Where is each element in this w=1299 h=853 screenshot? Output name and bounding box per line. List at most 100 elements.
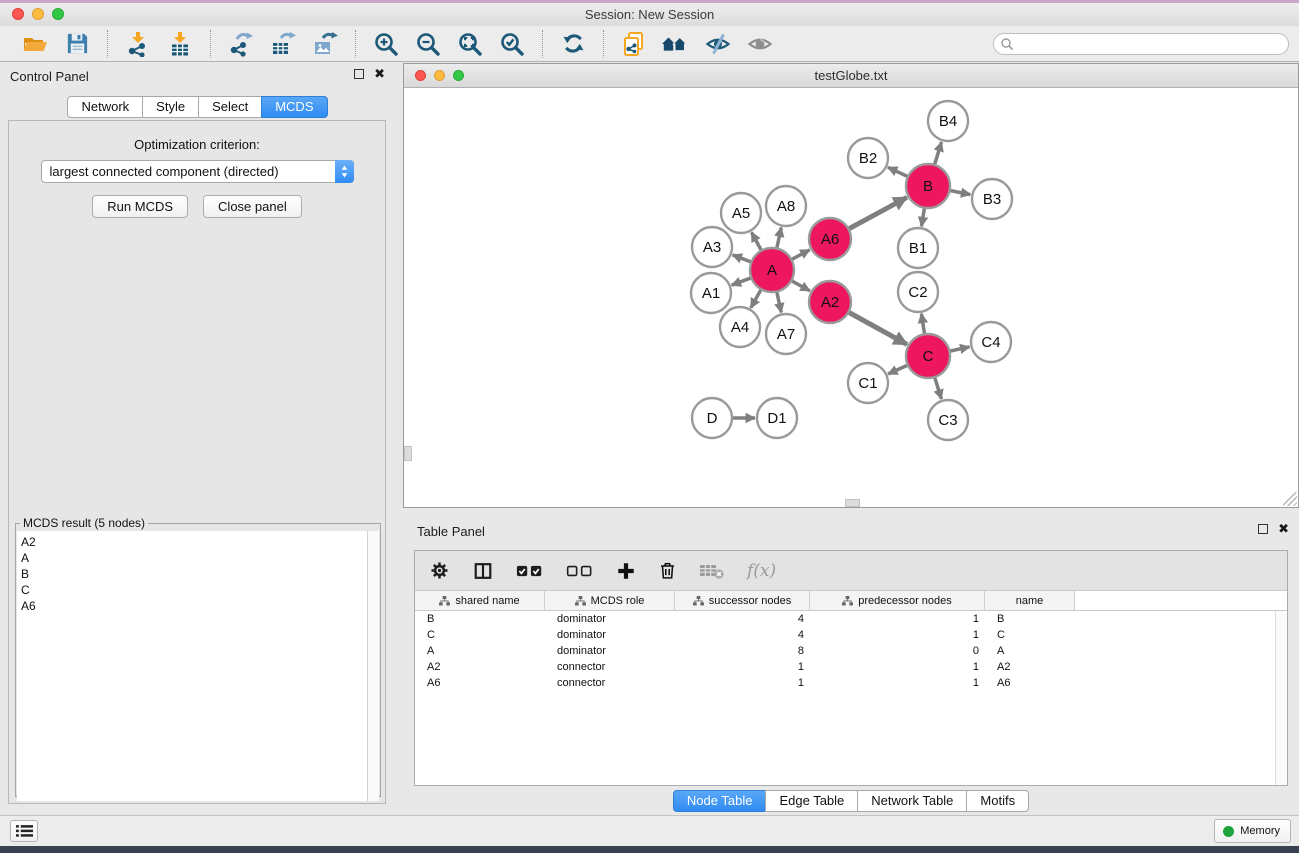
column-header-successor-nodes[interactable]: successor nodes <box>675 591 810 610</box>
graph-node-C4[interactable]: C4 <box>971 322 1011 362</box>
graph-node-A5[interactable]: A5 <box>721 193 761 233</box>
select-all-rows-button[interactable] <box>516 563 544 579</box>
float-table-panel-icon[interactable] <box>1258 524 1268 534</box>
column-header-shared-name[interactable]: shared name <box>415 591 545 610</box>
graph-node-B[interactable]: B <box>906 164 950 208</box>
column-header-name[interactable]: name <box>985 591 1075 610</box>
mcds-result-item[interactable]: A <box>21 550 368 566</box>
close-panel-button[interactable]: Close panel <box>203 195 302 218</box>
table-row[interactable]: Bdominator41B <box>415 611 1287 627</box>
graph-node-A4[interactable]: A4 <box>720 307 760 347</box>
tab-style[interactable]: Style <box>142 96 199 118</box>
graph-node-D[interactable]: D <box>692 398 732 438</box>
float-panel-icon[interactable] <box>354 69 364 79</box>
export-table-button[interactable] <box>268 29 298 59</box>
graph-node-B3[interactable]: B3 <box>972 179 1012 219</box>
minimize-network-window-button[interactable] <box>434 70 445 81</box>
tab-network[interactable]: Network <box>67 96 143 118</box>
show-panel-button[interactable] <box>745 29 775 59</box>
table-panel-title: Table Panel <box>417 524 485 539</box>
graph-node-A2[interactable]: A2 <box>809 281 851 323</box>
zoom-in-button[interactable] <box>371 29 401 59</box>
deselect-all-rows-button[interactable] <box>566 563 594 579</box>
graph-node-A1[interactable]: A1 <box>691 273 731 313</box>
import-table-button[interactable] <box>165 29 195 59</box>
close-panel-icon[interactable]: ✖ <box>374 69 385 79</box>
canvas-horizontal-scroll-thumb[interactable] <box>845 499 860 507</box>
tab-motifs[interactable]: Motifs <box>966 790 1029 812</box>
mcds-result-item[interactable]: C <box>21 582 368 598</box>
table-row[interactable]: Adominator80A <box>415 643 1287 659</box>
window-resize-grip[interactable] <box>1283 492 1297 506</box>
close-network-window-button[interactable] <box>415 70 426 81</box>
memory-button[interactable]: Memory <box>1214 819 1291 843</box>
table-cell: B <box>415 611 545 627</box>
show-all-networks-button[interactable] <box>661 29 691 59</box>
column-header-MCDS-role[interactable]: MCDS role <box>545 591 675 610</box>
show-column-button[interactable] <box>472 561 494 581</box>
import-network-icon <box>125 31 151 57</box>
application-window: Session: New Session <box>0 0 1299 853</box>
clone-network-button[interactable] <box>619 29 649 59</box>
minimize-window-button[interactable] <box>32 8 44 20</box>
table-row[interactable]: Cdominator41C <box>415 627 1287 643</box>
tab-node-table[interactable]: Node Table <box>673 790 767 812</box>
create-column-button[interactable] <box>616 561 636 581</box>
mcds-result-item[interactable]: A6 <box>21 598 368 614</box>
graph-node-C2[interactable]: C2 <box>898 272 938 312</box>
network-canvas[interactable]: B4 B2 B B3 A5 A8 A6 A3 B1 A A1 C2 A2 A4A7 C4 C C1 C3 D D1 <box>404 88 1298 507</box>
close-table-panel-icon[interactable]: ✖ <box>1278 524 1289 534</box>
node-label: D1 <box>767 410 786 427</box>
criterion-dropdown[interactable]: largest connected component (directed) <box>41 160 354 183</box>
window-titlebar[interactable]: Session: New Session <box>0 3 1299 26</box>
graph-node-B4[interactable]: B4 <box>928 101 968 141</box>
table-row[interactable]: A6connector11A6 <box>415 675 1287 691</box>
table-row[interactable]: A2connector11A2 <box>415 659 1287 675</box>
graph-node-C1[interactable]: C1 <box>848 363 888 403</box>
graph-node-A[interactable]: A <box>750 248 794 292</box>
graph-node-C[interactable]: C <box>906 334 950 378</box>
zoom-out-button[interactable] <box>413 29 443 59</box>
canvas-vertical-scroll-thumb[interactable] <box>404 446 412 461</box>
search-input[interactable] <box>993 33 1289 55</box>
graph-node-A7[interactable]: A7 <box>766 314 806 354</box>
tab-edge-table[interactable]: Edge Table <box>765 790 858 812</box>
table-cell: dominator <box>545 611 675 627</box>
import-network-button[interactable] <box>123 29 153 59</box>
node-label: D <box>707 410 718 427</box>
node-label: A8 <box>777 198 795 215</box>
hide-panel-button[interactable] <box>703 29 733 59</box>
tab-mcds[interactable]: MCDS <box>261 96 327 118</box>
graph-node-A6[interactable]: A6 <box>809 218 851 260</box>
zoom-selected-button[interactable] <box>497 29 527 59</box>
zoom-network-window-button[interactable] <box>453 70 464 81</box>
delete-column-button[interactable] <box>658 560 677 581</box>
tab-network-table[interactable]: Network Table <box>857 790 967 812</box>
task-history-button[interactable] <box>10 820 38 842</box>
column-header-predecessor-nodes[interactable]: predecessor nodes <box>810 591 985 610</box>
zoom-window-button[interactable] <box>52 8 64 20</box>
save-session-button[interactable] <box>62 29 92 59</box>
network-graph[interactable]: B4 B2 B B3 A5 A8 A6 A3 B1 A A1 C2 A2 A4A7 C4 C C1 C3 D D1 <box>404 88 1298 507</box>
graph-node-A8[interactable]: A8 <box>766 186 806 226</box>
run-mcds-button[interactable]: Run MCDS <box>92 195 188 218</box>
open-session-button[interactable] <box>20 29 50 59</box>
close-window-button[interactable] <box>12 8 24 20</box>
refresh-icon <box>561 31 586 56</box>
graph-node-A3[interactable]: A3 <box>692 227 732 267</box>
graph-node-B2[interactable]: B2 <box>848 138 888 178</box>
mcds-result-item[interactable]: A2 <box>21 534 368 550</box>
export-image-button[interactable] <box>310 29 340 59</box>
graph-node-B1[interactable]: B1 <box>898 228 938 268</box>
graph-node-C3[interactable]: C3 <box>928 400 968 440</box>
table-scrollbar[interactable] <box>1275 611 1287 785</box>
mcds-result-item[interactable]: B <box>21 566 368 582</box>
network-window-titlebar[interactable]: testGlobe.txt <box>404 64 1298 88</box>
apply-layout-button[interactable] <box>558 29 588 59</box>
table-settings-button[interactable] <box>429 560 450 581</box>
export-network-button[interactable] <box>226 29 256 59</box>
tab-select[interactable]: Select <box>198 96 262 118</box>
zoom-fit-button[interactable] <box>455 29 485 59</box>
mcds-list-scrollbar[interactable] <box>367 531 379 801</box>
graph-node-D1[interactable]: D1 <box>757 398 797 438</box>
